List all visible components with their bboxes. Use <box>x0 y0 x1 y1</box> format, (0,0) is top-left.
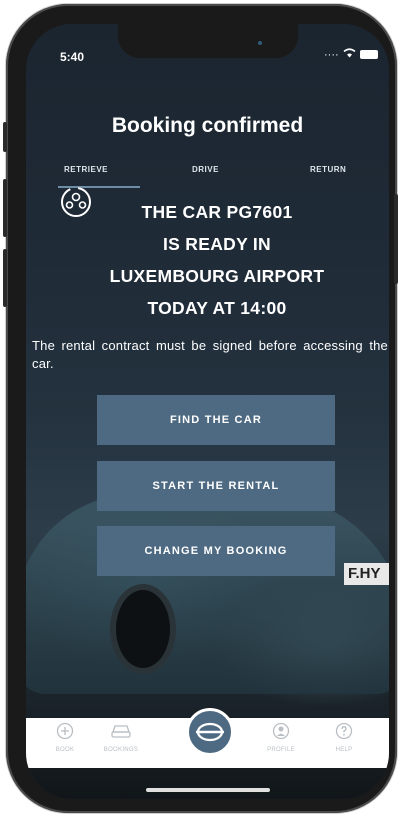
tab-retrieve[interactable]: RETRIEVE <box>64 165 108 174</box>
home-indicator[interactable] <box>146 788 270 792</box>
contract-note: The rental contract must be signed befor… <box>32 338 388 371</box>
brand-logo-icon <box>196 722 224 742</box>
license-plate: F.HY <box>344 563 389 585</box>
volume-up-button <box>3 179 7 237</box>
car-wheel <box>110 584 176 674</box>
confirmation-headline: THE CAR PG7601 IS READY IN LUXEMBOURG AI… <box>74 196 360 324</box>
center-home-button[interactable] <box>186 708 234 756</box>
headline-location: LUXEMBOURG AIRPORT <box>109 266 325 286</box>
nav-bookings[interactable]: BOOKINGS <box>91 722 151 753</box>
nav-book[interactable]: BOOK <box>35 722 95 753</box>
user-icon <box>272 722 290 740</box>
battery-icon <box>359 50 378 59</box>
status-icons: ···· <box>324 48 378 61</box>
headline-ready: IS READY IN <box>162 234 271 254</box>
camera-dot <box>258 41 262 45</box>
car-photo <box>26 494 389 694</box>
mute-switch <box>3 122 7 152</box>
phone-frame: F.HY 5:40 ···· Booking confirmed RETRIEV… <box>3 4 398 813</box>
tab-drive[interactable]: DRIVE <box>192 165 219 174</box>
nav-help[interactable]: HELP <box>314 722 374 753</box>
car-icon <box>111 725 131 738</box>
plus-circle-icon <box>56 722 74 740</box>
tab-return[interactable]: RETURN <box>310 165 346 174</box>
app-screen: F.HY 5:40 ···· Booking confirmed RETRIEV… <box>26 24 389 799</box>
notch <box>118 24 298 58</box>
headline-time: TODAY AT 14:00 <box>147 298 287 318</box>
nav-book-label: BOOK <box>55 747 75 753</box>
nav-bookings-label: BOOKINGS <box>103 747 139 753</box>
wifi-icon <box>343 48 356 61</box>
headline-car: THE CAR PG7601 <box>141 202 293 222</box>
signal-dots-icon: ···· <box>324 48 339 61</box>
start-rental-button[interactable]: START THE RENTAL <box>97 461 335 511</box>
find-car-button[interactable]: FIND THE CAR <box>97 395 335 445</box>
nav-help-label: HELP <box>335 747 353 753</box>
nav-profile-label: PROFILE <box>267 747 295 753</box>
volume-down-button <box>3 249 7 307</box>
question-icon <box>335 722 353 740</box>
power-button <box>394 194 398 284</box>
page-title: Booking confirmed <box>111 114 304 137</box>
change-booking-button[interactable]: CHANGE MY BOOKING <box>97 526 335 576</box>
nav-profile[interactable]: PROFILE <box>251 722 311 753</box>
status-time: 5:40 <box>60 50 85 64</box>
